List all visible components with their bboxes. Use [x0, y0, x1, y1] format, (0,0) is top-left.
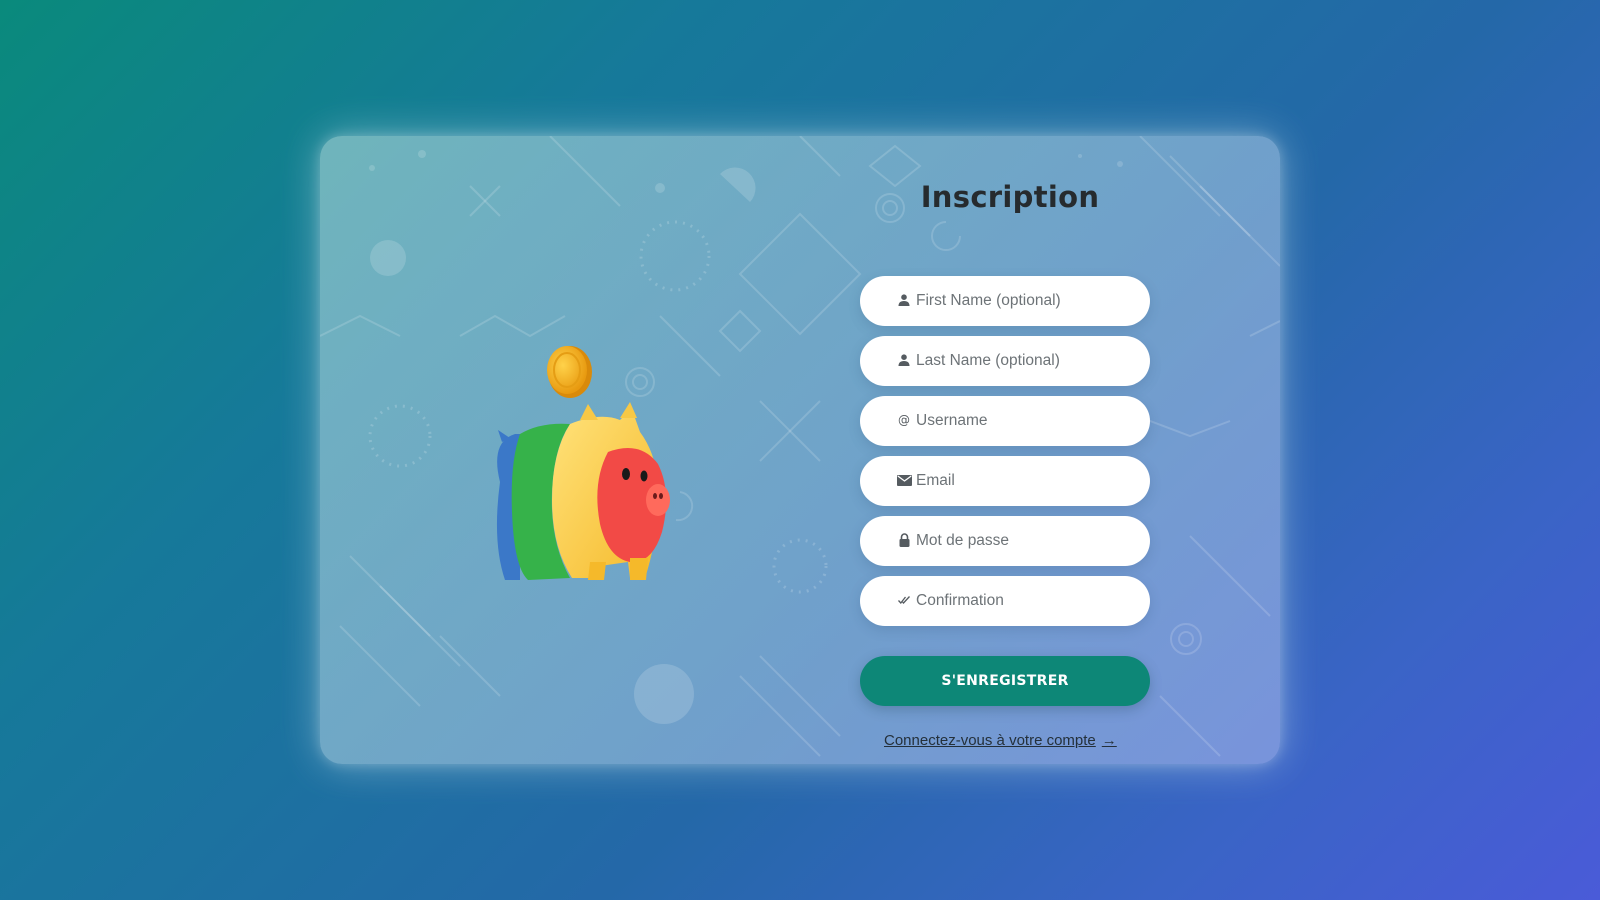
email-field[interactable]: [860, 456, 1150, 506]
email-input[interactable]: [916, 456, 1136, 506]
double-check-icon: [896, 591, 912, 609]
confirmation-field[interactable]: [860, 576, 1150, 626]
page-title: Inscription: [920, 180, 1100, 214]
at-icon: @: [898, 413, 910, 427]
envelope-icon: [896, 471, 912, 489]
login-link-label[interactable]: Connectez-vous à votre compte: [884, 732, 1096, 749]
last-name-field[interactable]: [860, 336, 1150, 386]
password-input[interactable]: [916, 516, 1136, 566]
confirmation-input[interactable]: [916, 576, 1136, 626]
signup-form: Inscription @: [860, 136, 1160, 764]
first-name-field[interactable]: [860, 276, 1150, 326]
signup-card: Inscription @: [320, 136, 1280, 764]
lock-icon: [896, 531, 912, 549]
first-name-input[interactable]: [916, 276, 1136, 326]
login-link[interactable]: Connectez-vous à votre compte →: [884, 732, 1134, 749]
coin-icon: [547, 346, 592, 398]
last-name-input[interactable]: [916, 336, 1136, 386]
username-field[interactable]: @: [860, 396, 1150, 446]
person-icon: [896, 351, 912, 369]
piggy-bank-icon: [496, 346, 670, 580]
register-button[interactable]: S'ENREGISTRER: [860, 656, 1150, 706]
person-icon: [896, 291, 912, 309]
username-input[interactable]: [916, 396, 1136, 446]
password-field[interactable]: [860, 516, 1150, 566]
arrow-right-icon[interactable]: →: [1102, 732, 1117, 749]
